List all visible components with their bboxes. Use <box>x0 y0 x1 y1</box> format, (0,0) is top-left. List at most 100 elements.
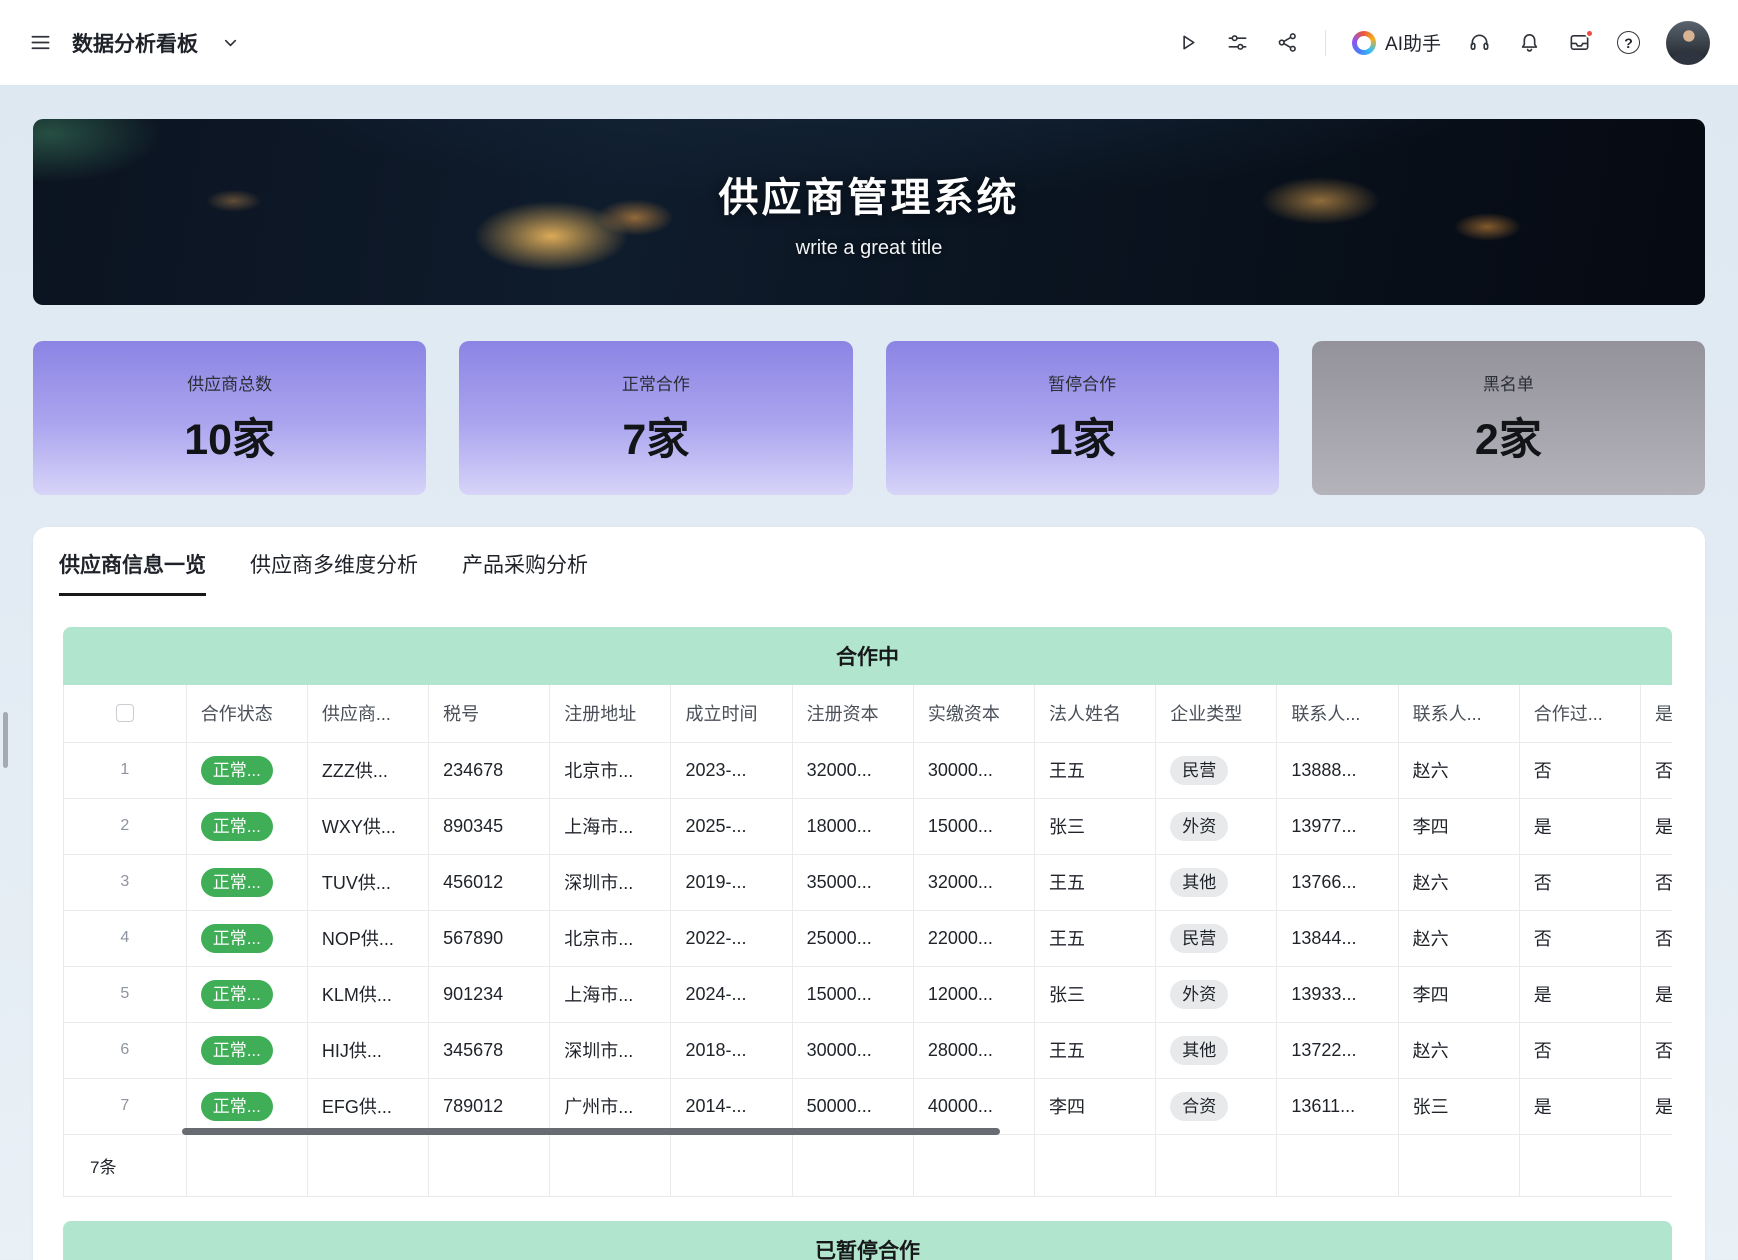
table-cell[interactable]: 13611... <box>1277 1078 1398 1134</box>
table-cell[interactable]: 13977... <box>1277 798 1398 854</box>
user-avatar[interactable] <box>1666 21 1710 65</box>
table-cell[interactable]: 是 <box>1640 798 1672 854</box>
table-cell[interactable]: 456012 <box>429 854 550 910</box>
table-cell[interactable]: 张三 <box>1398 1078 1519 1134</box>
column-header[interactable]: 税号 <box>429 685 550 742</box>
table-cell[interactable]: 正常... <box>186 966 307 1022</box>
page-vertical-scrollbar[interactable] <box>3 712 8 768</box>
row-number[interactable]: 7 <box>64 1078 186 1134</box>
table-cell[interactable]: 上海市... <box>550 798 671 854</box>
table-cell[interactable]: 13888... <box>1277 742 1398 798</box>
table-cell[interactable]: 民营 <box>1156 742 1277 798</box>
table-cell[interactable]: 正常... <box>186 1022 307 1078</box>
table-cell[interactable]: 是 <box>1519 1078 1640 1134</box>
table-cell[interactable]: HIJ供... <box>307 1022 428 1078</box>
table-cell[interactable]: 是 <box>1519 966 1640 1022</box>
table-cell[interactable]: 正常... <box>186 798 307 854</box>
table-cell[interactable]: 其他 <box>1156 854 1277 910</box>
table-cell[interactable]: 15000... <box>792 966 913 1022</box>
column-header[interactable]: 法人姓名 <box>1035 685 1156 742</box>
table-cell[interactable]: 正常... <box>186 910 307 966</box>
stat-card[interactable]: 供应商总数10家 <box>33 341 426 495</box>
column-header[interactable]: 企业类型 <box>1156 685 1277 742</box>
column-header[interactable]: 是否参 <box>1640 685 1672 742</box>
table-cell[interactable]: 赵六 <box>1398 1022 1519 1078</box>
table-cell[interactable]: 2014-... <box>671 1078 792 1134</box>
table-cell[interactable]: 789012 <box>429 1078 550 1134</box>
table-cell[interactable]: 张三 <box>1035 966 1156 1022</box>
table-cell[interactable]: 是 <box>1519 798 1640 854</box>
table-cell[interactable]: 22000... <box>913 910 1034 966</box>
table-cell[interactable]: 赵六 <box>1398 910 1519 966</box>
stat-card[interactable]: 正常合作7家 <box>459 341 852 495</box>
table-cell[interactable]: 北京市... <box>550 742 671 798</box>
column-header[interactable]: 合作状态 <box>186 685 307 742</box>
play-icon[interactable] <box>1175 31 1199 55</box>
table-cell[interactable]: WXY供... <box>307 798 428 854</box>
column-header[interactable]: 实缴资本 <box>913 685 1034 742</box>
table-cell[interactable]: 李四 <box>1035 1078 1156 1134</box>
table-cell[interactable]: 王五 <box>1035 854 1156 910</box>
table-cell[interactable]: 深圳市... <box>550 1022 671 1078</box>
table-cell[interactable]: 15000... <box>913 798 1034 854</box>
table-cell[interactable]: 40000... <box>913 1078 1034 1134</box>
column-header[interactable]: 合作过... <box>1519 685 1640 742</box>
table-cell[interactable]: KLM供... <box>307 966 428 1022</box>
select-all-checkbox[interactable] <box>116 704 134 722</box>
table-cell[interactable]: 2025-... <box>671 798 792 854</box>
table-cell[interactable]: 30000... <box>792 1022 913 1078</box>
table-cell[interactable]: 王五 <box>1035 1022 1156 1078</box>
row-number[interactable]: 5 <box>64 966 186 1022</box>
table-cell[interactable]: 张三 <box>1035 798 1156 854</box>
table-cell[interactable]: 345678 <box>429 1022 550 1078</box>
table-cell[interactable]: 50000... <box>792 1078 913 1134</box>
table-cell[interactable]: 王五 <box>1035 742 1156 798</box>
row-number[interactable]: 3 <box>64 854 186 910</box>
table-cell[interactable]: 正常... <box>186 1078 307 1134</box>
tab-active[interactable]: 供应商信息一览 <box>59 549 206 596</box>
horizontal-scrollbar[interactable] <box>182 1128 1000 1135</box>
inbox-icon[interactable] <box>1567 31 1591 55</box>
table-cell[interactable]: 890345 <box>429 798 550 854</box>
table-cell[interactable]: 2022-... <box>671 910 792 966</box>
table-cell[interactable]: 否 <box>1519 742 1640 798</box>
table-cell[interactable]: 901234 <box>429 966 550 1022</box>
table-cell[interactable]: 李四 <box>1398 966 1519 1022</box>
table-cell[interactable]: 12000... <box>913 966 1034 1022</box>
share-icon[interactable] <box>1275 31 1299 55</box>
table-cell[interactable]: 否 <box>1519 854 1640 910</box>
table-cell[interactable]: 是 <box>1640 966 1672 1022</box>
table-cell[interactable]: 35000... <box>792 854 913 910</box>
table-cell[interactable]: EFG供... <box>307 1078 428 1134</box>
table-cell[interactable]: 32000... <box>913 854 1034 910</box>
table-cell[interactable]: NOP供... <box>307 910 428 966</box>
table-cell[interactable]: 李四 <box>1398 798 1519 854</box>
table-cell[interactable]: 13722... <box>1277 1022 1398 1078</box>
row-number[interactable]: 6 <box>64 1022 186 1078</box>
table-cell[interactable]: 否 <box>1640 1022 1672 1078</box>
table-cell[interactable]: 外资 <box>1156 966 1277 1022</box>
table-cell[interactable]: 30000... <box>913 742 1034 798</box>
column-header[interactable]: 注册地址 <box>550 685 671 742</box>
stat-card[interactable]: 暂停合作1家 <box>886 341 1279 495</box>
table-cell[interactable]: 赵六 <box>1398 854 1519 910</box>
tab-item[interactable]: 产品采购分析 <box>462 549 588 596</box>
table-cell[interactable]: 18000... <box>792 798 913 854</box>
table-cell[interactable]: 否 <box>1640 742 1672 798</box>
table-cell[interactable]: 正常... <box>186 742 307 798</box>
column-header[interactable]: 注册资本 <box>792 685 913 742</box>
table-cell[interactable]: 赵六 <box>1398 742 1519 798</box>
table-cell[interactable]: 其他 <box>1156 1022 1277 1078</box>
table-cell[interactable]: 2018-... <box>671 1022 792 1078</box>
hero-banner[interactable]: 供应商管理系统 write a great title <box>33 119 1705 305</box>
column-header[interactable]: 供应商... <box>307 685 428 742</box>
help-icon[interactable] <box>1617 31 1640 54</box>
table-cell[interactable]: 否 <box>1519 1022 1640 1078</box>
table-cell[interactable]: 王五 <box>1035 910 1156 966</box>
row-number[interactable]: 4 <box>64 910 186 966</box>
table-cell[interactable]: 13933... <box>1277 966 1398 1022</box>
headset-icon[interactable] <box>1467 31 1491 55</box>
table-cell[interactable]: 567890 <box>429 910 550 966</box>
table-cell[interactable]: ZZZ供... <box>307 742 428 798</box>
table-cell[interactable]: 外资 <box>1156 798 1277 854</box>
